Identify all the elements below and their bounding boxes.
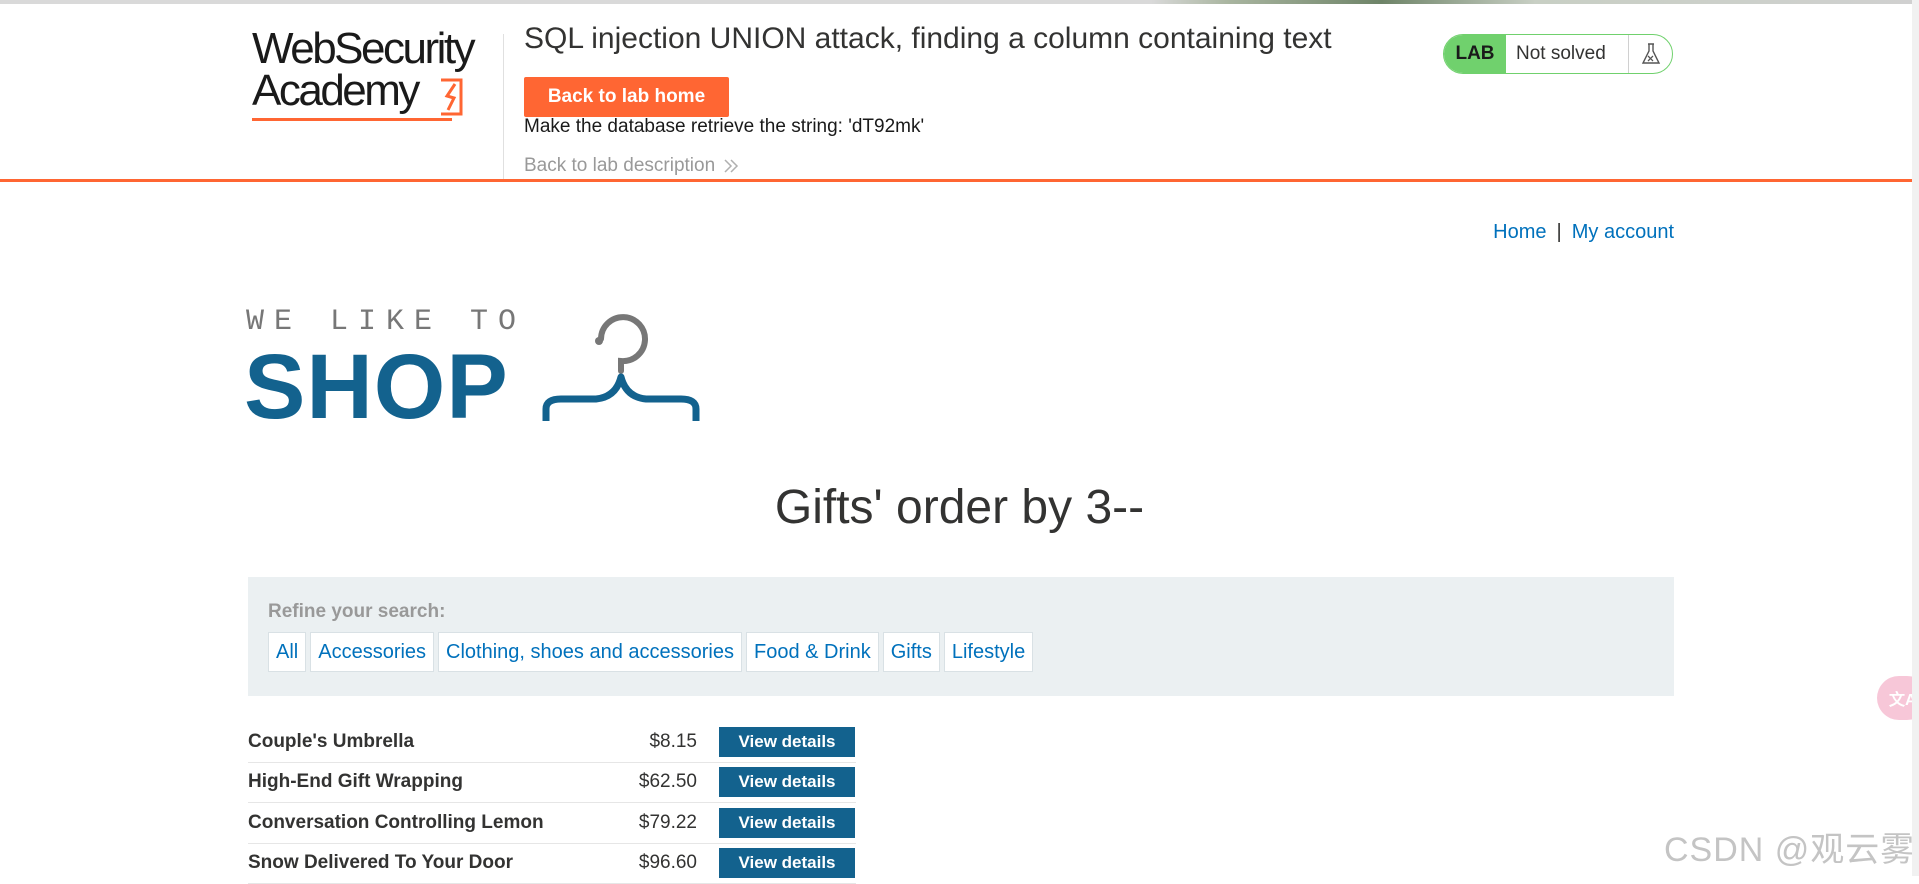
filter-food-drink[interactable]: Food & Drink	[746, 632, 879, 672]
top-nav: Home | My account	[1493, 221, 1674, 244]
filter-label: Refine your search:	[268, 601, 445, 623]
home-link[interactable]: Home	[1493, 221, 1546, 243]
logo-underline	[252, 118, 452, 121]
product-price: $8.15	[649, 731, 697, 753]
lab-objective: Make the database retrieve the string: '…	[524, 116, 924, 138]
academy-header: WebSecurity Academy SQL injection UNION …	[0, 4, 1919, 182]
logo-text-line2: Academy	[252, 70, 418, 112]
header-divider	[503, 34, 504, 179]
view-details-button[interactable]: View details	[719, 808, 855, 838]
nav-separator: |	[1557, 221, 1562, 243]
filter-all[interactable]: All	[268, 632, 306, 672]
back-to-lab-description-label: Back to lab description	[524, 155, 715, 177]
product-name: Couple's Umbrella	[248, 731, 414, 753]
we-like-to-shop-logo: WE LIKE TO SHOP	[246, 305, 696, 435]
product-name: Conversation Controlling Lemon	[248, 812, 544, 834]
filter-gifts[interactable]: Gifts	[883, 632, 940, 672]
table-row: Conversation Controlling Lemon $79.22 Vi…	[248, 803, 856, 844]
shop-logo-tagline: WE LIKE TO	[246, 305, 526, 339]
back-to-lab-description-link[interactable]: Back to lab description	[524, 155, 739, 177]
scrollbar[interactable]	[1912, 0, 1919, 876]
product-price: $79.22	[639, 812, 697, 834]
logo-text-line1: WebSecurity	[252, 28, 502, 70]
filter-clothing[interactable]: Clothing, shoes and accessories	[438, 632, 742, 672]
view-details-button[interactable]: View details	[719, 727, 855, 757]
filter-accessories[interactable]: Accessories	[310, 632, 434, 672]
lightning-bolt-icon	[437, 76, 467, 118]
view-details-button[interactable]: View details	[719, 767, 855, 797]
lab-status-widget: LAB Not solved	[1443, 34, 1673, 74]
table-row: Snow Delivered To Your Door $96.60 View …	[248, 844, 856, 884]
lab-title: SQL injection UNION attack, finding a co…	[524, 22, 1332, 56]
product-price: $96.60	[639, 852, 697, 874]
product-table: Couple's Umbrella $8.15 View details Hig…	[248, 722, 856, 884]
lab-badge: LAB	[1444, 35, 1506, 73]
shop-logo-word: SHOP	[244, 335, 509, 440]
table-row: Couple's Umbrella $8.15 View details	[248, 722, 856, 763]
page-title: Gifts' order by 3--	[0, 480, 1919, 535]
watermark: CSDN @观云雾	[1664, 822, 1915, 871]
back-to-lab-home-button[interactable]: Back to lab home	[524, 77, 729, 117]
double-chevron-right-icon	[723, 158, 739, 174]
my-account-link[interactable]: My account	[1572, 221, 1674, 243]
search-filters: Refine your search: All Accessories Clot…	[248, 577, 1674, 696]
product-price: $62.50	[639, 771, 697, 793]
view-details-button[interactable]: View details	[719, 848, 855, 878]
coat-hanger-icon	[536, 309, 706, 439]
filter-lifestyle[interactable]: Lifestyle	[944, 632, 1033, 672]
table-row: High-End Gift Wrapping $62.50 View detai…	[248, 763, 856, 804]
filter-list: All Accessories Clothing, shoes and acce…	[268, 632, 1033, 672]
lab-status-text: Not solved	[1506, 43, 1628, 65]
product-name: Snow Delivered To Your Door	[248, 852, 513, 874]
web-security-academy-logo[interactable]: WebSecurity Academy	[252, 28, 502, 128]
flask-icon	[1628, 35, 1672, 73]
product-name: High-End Gift Wrapping	[248, 771, 463, 793]
